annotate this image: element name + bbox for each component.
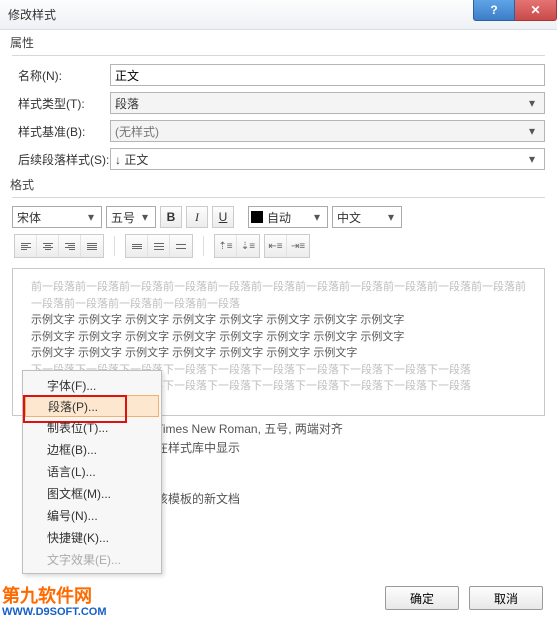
indent-icon: ⇥≡ [291, 241, 305, 252]
nextstyle-value: ↓ 正文 [115, 151, 148, 168]
name-input[interactable] [110, 64, 545, 86]
align-right-button[interactable] [59, 235, 81, 257]
indent-buttons: ⇤≡ ⇥≡ [264, 234, 310, 258]
indent-decrease-button[interactable]: ⇤≡ [265, 235, 287, 257]
group-format: 格式 [10, 176, 545, 193]
space-before-inc-button[interactable]: ⇡≡ [215, 235, 237, 257]
linespacing-15-button[interactable] [148, 235, 170, 257]
language-value: 中文 [337, 209, 361, 226]
bold-button[interactable]: B [160, 206, 182, 228]
align-buttons [14, 234, 104, 258]
linespacing-1-button[interactable] [126, 235, 148, 257]
desc-line: 该模板的新文档 [156, 490, 545, 509]
chevron-down-icon: ▾ [524, 96, 540, 110]
cancel-button[interactable]: 取消 [469, 586, 543, 610]
spacing-para-buttons: ⇡≡ ⇣≡ [214, 234, 260, 258]
menu-numbering[interactable]: 编号(N)... [25, 504, 159, 526]
menu-border[interactable]: 边框(B)... [25, 438, 159, 460]
chevron-down-icon: ▾ [524, 124, 540, 138]
divider [12, 55, 545, 56]
preview-sample: 示例文字 示例文字 示例文字 示例文字 示例文字 示例文字 示例文字 [31, 345, 526, 362]
fontname-select[interactable]: 宋体 ▾ [12, 206, 102, 228]
language-select[interactable]: 中文 ▾ [332, 206, 402, 228]
format-context-menu: 字体(F)... 段落(P)... 制表位(T)... 边框(B)... 语言(… [22, 370, 162, 574]
menu-font[interactable]: 字体(F)... [25, 374, 159, 396]
watermark: 第九软件网 WWW.D9SOFT.COM [2, 582, 107, 618]
dialog-footer: 确定 取消 [385, 586, 543, 610]
separator [203, 236, 204, 256]
color-swatch-icon [251, 211, 263, 223]
menu-frame[interactable]: 图文框(M)... [25, 482, 159, 504]
outdent-icon: ⇤≡ [268, 241, 282, 252]
menu-texteffects[interactable]: 文字效果(E)... [25, 548, 159, 570]
label-stylebase: 样式基准(B): [12, 123, 110, 140]
chevron-down-icon: ▾ [309, 210, 325, 224]
format-toolbar: 宋体 ▾ 五号 ▾ B I U 自动 ▾ 中文 ▾ [12, 206, 545, 228]
window-title: 修改样式 [8, 6, 56, 23]
align-center-button[interactable] [37, 235, 59, 257]
para-space-icon: ⇡≡ [218, 241, 232, 252]
preview-prev-para: 前一段落前一段落前一段落前一段落前一段落前一段落前一段落前一段落前一段落前一段落… [31, 279, 526, 312]
fontcolor-value: 自动 [267, 209, 305, 226]
close-button[interactable]: ✕ [515, 0, 557, 21]
desc-line: 在样式库中显示 [156, 439, 545, 458]
menu-tabs[interactable]: 制表位(T)... [25, 416, 159, 438]
fontsize-select[interactable]: 五号 ▾ [106, 206, 156, 228]
window-buttons: ? ✕ [473, 0, 557, 21]
titlebar: 修改样式 ? ✕ [0, 0, 557, 30]
label-nextstyle: 后续段落样式(S): [12, 151, 110, 168]
styletype-select[interactable]: 段落 ▾ [110, 92, 545, 114]
chevron-down-icon: ▾ [83, 210, 99, 224]
group-properties: 属性 [10, 34, 545, 51]
paragraph-toolbar: ⇡≡ ⇣≡ ⇤≡ ⇥≡ [12, 234, 545, 258]
stylebase-value: (无样式) [115, 123, 159, 140]
menu-paragraph[interactable]: 段落(P)... [25, 395, 159, 417]
chevron-down-icon: ▾ [524, 152, 540, 166]
watermark-url: WWW.D9SOFT.COM [2, 606, 107, 618]
separator [114, 236, 115, 256]
fontname-value: 宋体 [17, 209, 41, 226]
preview-sample: 示例文字 示例文字 示例文字 示例文字 示例文字 示例文字 示例文字 示例文字 [31, 329, 526, 346]
label-name: 名称(N): [12, 67, 110, 84]
spacing-buttons [125, 234, 193, 258]
indent-increase-button[interactable]: ⇥≡ [287, 235, 309, 257]
nextstyle-select[interactable]: ↓ 正文 ▾ [110, 148, 545, 170]
styletype-value: 段落 [115, 95, 139, 112]
stylebase-select[interactable]: (无样式) ▾ [110, 120, 545, 142]
menu-language[interactable]: 语言(L)... [25, 460, 159, 482]
menu-shortcut[interactable]: 快捷键(K)... [25, 526, 159, 548]
fontcolor-select[interactable]: 自动 ▾ [248, 206, 328, 228]
italic-button[interactable]: I [186, 206, 208, 228]
watermark-brand: 第九软件网 [2, 586, 92, 606]
chevron-down-icon: ▾ [383, 210, 399, 224]
space-before-dec-button[interactable]: ⇣≡ [237, 235, 259, 257]
para-space-icon: ⇣≡ [241, 241, 255, 252]
align-left-button[interactable] [15, 235, 37, 257]
fontsize-value: 五号 [111, 209, 135, 226]
preview-sample: 示例文字 示例文字 示例文字 示例文字 示例文字 示例文字 示例文字 示例文字 [31, 312, 526, 329]
chevron-down-icon: ▾ [137, 210, 153, 224]
desc-line: Times New Roman, 五号, 两端对齐 [156, 420, 545, 439]
underline-button[interactable]: U [212, 206, 234, 228]
linespacing-2-button[interactable] [170, 235, 192, 257]
ok-button[interactable]: 确定 [385, 586, 459, 610]
help-button[interactable]: ? [473, 0, 515, 21]
divider [12, 197, 545, 198]
align-justify-button[interactable] [81, 235, 103, 257]
label-styletype: 样式类型(T): [12, 95, 110, 112]
